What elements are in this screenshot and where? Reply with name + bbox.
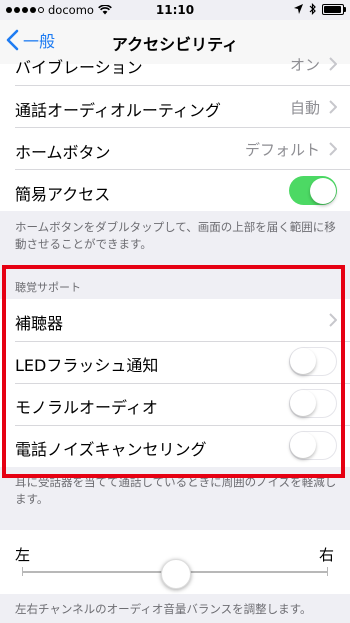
hearing-footer: 耳に受話器を当てて通話しているときに周囲のノイズを軽減します。 [15, 475, 337, 506]
row-label: ホームボタン [15, 143, 111, 162]
row-label: 簡易アクセス [15, 185, 111, 204]
row-value: オン [289, 56, 320, 74]
balance-slider-thumb[interactable] [161, 559, 191, 589]
row-value: デフォルト [244, 141, 320, 159]
chevron-right-icon [329, 57, 337, 71]
balance-right-label: 右 [319, 546, 335, 564]
row-vibration[interactable]: バイブレーション オン [0, 43, 350, 85]
interaction-group: バイブレーション オン 通話オーディオルーティング 自動 ホームボタン デフォル… [0, 56, 350, 212]
status-right [294, 3, 346, 15]
row-label: 通話オーディオルーティング [15, 101, 221, 120]
slider-tick-right [327, 567, 328, 576]
bluetooth-icon [309, 3, 316, 15]
row-home-button[interactable]: ホームボタン デフォルト [0, 128, 350, 170]
location-arrow-icon [294, 4, 303, 14]
battery-icon [322, 3, 346, 15]
chevron-right-icon [329, 142, 337, 156]
row-reachability: 簡易アクセス [0, 170, 350, 212]
slider-tick-left [22, 567, 23, 576]
balance-left-label: 左 [15, 546, 31, 564]
row-value: 自動 [289, 99, 320, 117]
row-call-audio-routing[interactable]: 通話オーディオルーティング 自動 [0, 86, 350, 128]
highlight-box [2, 265, 345, 478]
chevron-right-icon [329, 100, 337, 114]
row-label: バイブレーション [15, 58, 143, 77]
balance-footer: 左右チャンネルのオーディオ音量バランスを調整します。 [15, 602, 312, 616]
toggle-knob [310, 177, 336, 204]
reachability-toggle[interactable] [289, 176, 337, 205]
status-bar: docomo 11:10 [0, 0, 350, 20]
interaction-footer: ホームボタンをダブルタップして、画面の上部を届く範囲に移動させることができます。 [15, 220, 336, 251]
